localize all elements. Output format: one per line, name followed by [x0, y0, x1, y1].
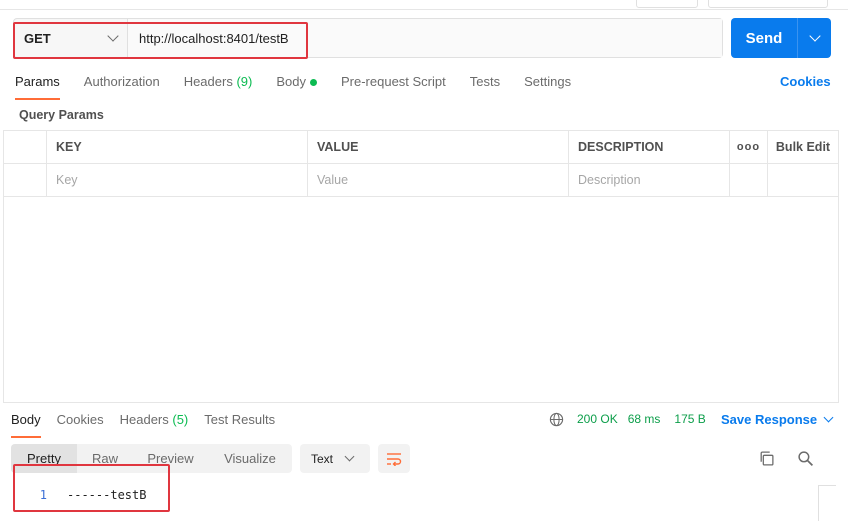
tab-label: Params [15, 74, 60, 89]
panel-border [3, 130, 4, 402]
value-input[interactable]: Value [308, 164, 569, 196]
tab-label: Body [276, 74, 306, 89]
chevron-down-icon [344, 451, 355, 462]
response-tabs: Body Cookies Headers (5) Test Results [11, 410, 291, 438]
checkbox-column-header [3, 131, 47, 163]
tab-label: Cookies [56, 412, 104, 427]
send-options-button[interactable] [798, 18, 831, 58]
tab-params[interactable]: Params [15, 72, 60, 100]
tab-settings[interactable]: Settings [524, 72, 571, 100]
tab-label: Pre-request Script [340, 74, 446, 89]
tab-label: Settings [524, 74, 572, 89]
tab-label: Headers [183, 74, 233, 89]
body-status-dot-icon [309, 79, 317, 87]
view-pretty[interactable]: Pretty [11, 444, 77, 473]
tab-body[interactable]: Body [276, 72, 317, 100]
tab-label: Test Results [204, 412, 276, 427]
response-size[interactable]: 175 B [674, 412, 705, 426]
tab-label: Authorization [83, 74, 160, 89]
wrap-lines-icon [387, 452, 402, 466]
row-spacer [730, 164, 768, 196]
response-view-mode: Pretty Raw Preview Visualize [11, 444, 292, 473]
key-input[interactable]: Key [47, 164, 308, 196]
status-code[interactable]: 200 OK [577, 412, 618, 426]
send-button-group: Send [731, 18, 831, 58]
wrap-lines-button[interactable] [378, 444, 410, 473]
response-tab-body[interactable]: Body [11, 410, 41, 438]
cookies-link[interactable]: Cookies [780, 74, 831, 89]
more-dots-icon: ooo [736, 141, 761, 153]
chevron-down-icon [808, 30, 821, 42]
method-label: GET [24, 30, 51, 46]
url-input[interactable]: http://localhost:8401/testB [128, 19, 722, 57]
tab-authorization[interactable]: Authorization [84, 72, 160, 100]
response-tab-headers[interactable]: Headers (5) [120, 410, 189, 438]
request-url-bar: GET http://localhost:8401/testB [13, 18, 723, 58]
top-strip [0, 0, 848, 10]
tab-count: (9) [236, 74, 253, 89]
column-header-key: KEY [47, 131, 308, 163]
tab-label: Body [11, 412, 41, 427]
tab-pre-request-script[interactable]: Pre-request Script [341, 72, 446, 100]
row-checkbox-cell [3, 164, 47, 196]
search-icon[interactable] [797, 450, 814, 467]
request-response-divider[interactable] [3, 402, 839, 403]
response-status: 200 OK 68 ms 175 B [549, 410, 720, 428]
top-toolbar-button[interactable] [636, 0, 698, 8]
tab-tests[interactable]: Tests [470, 72, 500, 100]
bulk-edit-button[interactable]: Bulk Edit [768, 131, 838, 163]
view-visualize[interactable]: Visualize [208, 444, 292, 473]
row-spacer [768, 164, 838, 196]
format-label: Text [311, 451, 334, 466]
query-params-title: Query Params [19, 108, 104, 122]
save-response-button[interactable]: Save Response [721, 410, 834, 428]
view-raw[interactable]: Raw [77, 444, 133, 473]
save-response-label: Save Response [721, 411, 818, 427]
editor-scrollbar[interactable] [818, 485, 836, 521]
response-tab-test-results[interactable]: Test Results [204, 410, 275, 438]
response-time[interactable]: 68 ms [628, 412, 661, 426]
top-toolbar-button[interactable] [708, 0, 828, 8]
query-params-table: KEY VALUE DESCRIPTION ooo Bulk Edit Key … [3, 130, 838, 197]
line-text: ------testB [67, 488, 147, 502]
tab-count: (5) [172, 412, 189, 427]
send-button[interactable]: Send [731, 18, 798, 58]
line-number: 1 [39, 488, 47, 502]
column-header-description: DESCRIPTION [569, 131, 730, 163]
description-input[interactable]: Description [569, 164, 730, 196]
panel-border [838, 130, 839, 402]
table-row: Key Value Description [3, 164, 838, 197]
format-select[interactable]: Text [300, 444, 370, 473]
chevron-down-icon [107, 30, 119, 42]
globe-icon[interactable] [549, 412, 564, 427]
chevron-down-icon [823, 412, 834, 422]
tab-headers[interactable]: Headers (9) [184, 72, 253, 100]
response-tab-cookies[interactable]: Cookies [57, 410, 104, 438]
tab-label: Headers [119, 412, 169, 427]
view-preview[interactable]: Preview [133, 444, 208, 473]
column-header-value: VALUE [308, 131, 569, 163]
method-select[interactable]: GET [14, 19, 128, 57]
copy-icon[interactable] [758, 450, 775, 467]
more-options-button[interactable]: ooo [730, 131, 768, 163]
response-body-line: 1 ------testB [20, 485, 147, 505]
tab-label: Tests [469, 74, 501, 89]
request-tabs: Params Authorization Headers (9) Body Pr… [15, 72, 595, 100]
table-header-row: KEY VALUE DESCRIPTION ooo Bulk Edit [3, 131, 838, 164]
